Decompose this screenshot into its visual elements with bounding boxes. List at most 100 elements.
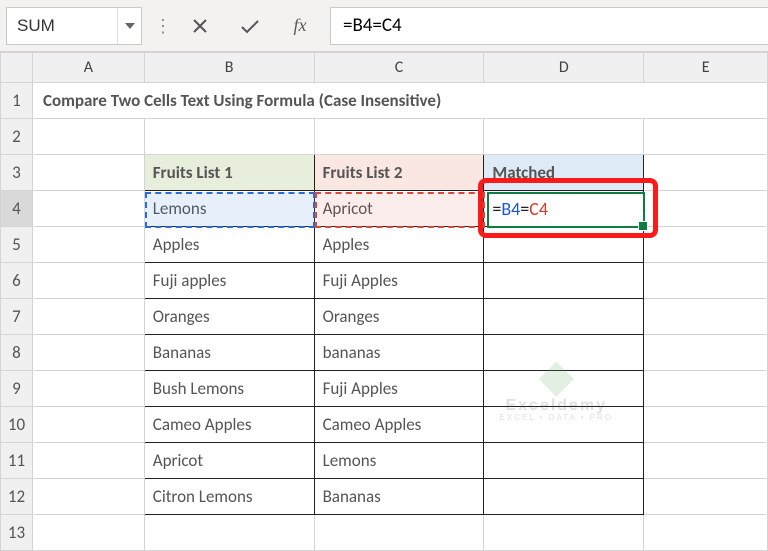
name-box-dropdown[interactable] — [117, 8, 141, 44]
col-header-D[interactable]: D — [484, 53, 644, 83]
cell-B12[interactable]: Citron Lemons — [144, 479, 314, 515]
cell-B7[interactable]: Oranges — [144, 299, 314, 335]
cell-E4[interactable] — [644, 191, 768, 227]
row-6: 6 Fuji apples Fuji Apples — [1, 263, 768, 299]
cell-E8[interactable] — [644, 335, 768, 371]
cell-C9[interactable]: Fuji Apples — [314, 371, 484, 407]
row-3: 3 Fruits List 1 Fruits List 2 Matched — [1, 155, 768, 191]
col-header-A[interactable]: A — [32, 53, 144, 83]
row-8: 8 Bananas bananas — [1, 335, 768, 371]
row-7: 7 Oranges Oranges — [1, 299, 768, 335]
row-header-13[interactable]: 13 — [1, 515, 33, 551]
cell-D9[interactable] — [484, 371, 644, 407]
row-header-12[interactable]: 12 — [1, 479, 33, 515]
cell-B8[interactable]: Bananas — [144, 335, 314, 371]
col-header-B[interactable]: B — [144, 53, 314, 83]
cell-B6[interactable]: Fuji apples — [144, 263, 314, 299]
cell-B9[interactable]: Bush Lemons — [144, 371, 314, 407]
cell-E10[interactable] — [644, 407, 768, 443]
cell-D5[interactable] — [484, 227, 644, 263]
row-header-1[interactable]: 1 — [1, 83, 33, 119]
grid: A B C D E 1 Compare Two Cells Text Using… — [0, 52, 768, 551]
row-4: 4 Lemons Apricot =B4=C4 — [1, 191, 768, 227]
cell-A7[interactable] — [32, 299, 144, 335]
cell-D2[interactable] — [484, 119, 644, 155]
cell-B4[interactable]: Lemons — [144, 191, 314, 227]
cell-C11[interactable]: Lemons — [314, 443, 484, 479]
cell-B10[interactable]: Cameo Apples — [144, 407, 314, 443]
cell-E13[interactable] — [644, 515, 768, 551]
header-fruits-list-2[interactable]: Fruits List 2 — [314, 155, 484, 191]
cell-B2[interactable] — [144, 119, 314, 155]
name-box[interactable] — [7, 16, 117, 36]
header-matched[interactable]: Matched — [484, 155, 644, 191]
cell-D11[interactable] — [484, 443, 644, 479]
col-header-C[interactable]: C — [314, 53, 484, 83]
row-10: 10 Cameo Apples Cameo Apples — [1, 407, 768, 443]
cell-B11[interactable]: Apricot — [144, 443, 314, 479]
page-title[interactable]: Compare Two Cells Text Using Formula (Ca… — [32, 83, 767, 119]
cell-C4[interactable]: Apricot — [314, 191, 484, 227]
cell-E3[interactable] — [644, 155, 768, 191]
cell-C12[interactable]: Bananas — [314, 479, 484, 515]
row-header-6[interactable]: 6 — [1, 263, 33, 299]
cell-D6[interactable] — [484, 263, 644, 299]
cell-A6[interactable] — [32, 263, 144, 299]
cell-D8[interactable] — [484, 335, 644, 371]
enter-icon[interactable] — [238, 14, 262, 38]
row-header-5[interactable]: 5 — [1, 227, 33, 263]
select-all-corner[interactable] — [1, 53, 33, 83]
row-5: 5 Apples Apples — [1, 227, 768, 263]
row-header-11[interactable]: 11 — [1, 443, 33, 479]
row-header-9[interactable]: 9 — [1, 371, 33, 407]
cell-A4[interactable] — [32, 191, 144, 227]
cell-C13[interactable] — [314, 515, 484, 551]
cell-A2[interactable] — [32, 119, 144, 155]
formula-ref-b4: B4 — [501, 198, 520, 220]
cell-C8[interactable]: bananas — [314, 335, 484, 371]
cell-C10[interactable]: Cameo Apples — [314, 407, 484, 443]
cell-A12[interactable] — [32, 479, 144, 515]
row-header-3[interactable]: 3 — [1, 155, 33, 191]
vertical-separator-icon: ⋮ — [152, 15, 174, 37]
cancel-icon[interactable] — [188, 14, 212, 38]
row-11: 11 Apricot Lemons — [1, 443, 768, 479]
cell-D7[interactable] — [484, 299, 644, 335]
cell-D4[interactable]: =B4=C4 — [484, 191, 644, 227]
cell-B13[interactable] — [144, 515, 314, 551]
cell-C7[interactable]: Oranges — [314, 299, 484, 335]
cell-A11[interactable] — [32, 443, 144, 479]
row-12: 12 Citron Lemons Bananas — [1, 479, 768, 515]
formula-input[interactable] — [330, 7, 768, 45]
cell-E5[interactable] — [644, 227, 768, 263]
row-header-4[interactable]: 4 — [1, 191, 33, 227]
row-header-7[interactable]: 7 — [1, 299, 33, 335]
cell-C2[interactable] — [314, 119, 484, 155]
cell-A3[interactable] — [32, 155, 144, 191]
cell-E7[interactable] — [644, 299, 768, 335]
cell-A8[interactable] — [32, 335, 144, 371]
cell-E2[interactable] — [644, 119, 768, 155]
worksheet[interactable]: A B C D E 1 Compare Two Cells Text Using… — [0, 52, 768, 551]
name-box-container — [6, 7, 142, 45]
header-fruits-list-1[interactable]: Fruits List 1 — [144, 155, 314, 191]
col-header-E[interactable]: E — [644, 53, 768, 83]
cell-E9[interactable] — [644, 371, 768, 407]
cell-E6[interactable] — [644, 263, 768, 299]
cell-A9[interactable] — [32, 371, 144, 407]
row-header-8[interactable]: 8 — [1, 335, 33, 371]
cell-D10[interactable] — [484, 407, 644, 443]
fx-icon[interactable]: fx — [288, 14, 312, 38]
cell-A5[interactable] — [32, 227, 144, 263]
cell-A13[interactable] — [32, 515, 144, 551]
row-header-10[interactable]: 10 — [1, 407, 33, 443]
cell-E11[interactable] — [644, 443, 768, 479]
cell-C6[interactable]: Fuji Apples — [314, 263, 484, 299]
cell-D13[interactable] — [484, 515, 644, 551]
row-header-2[interactable]: 2 — [1, 119, 33, 155]
cell-A10[interactable] — [32, 407, 144, 443]
cell-B5[interactable]: Apples — [144, 227, 314, 263]
cell-C5[interactable]: Apples — [314, 227, 484, 263]
cell-D12[interactable] — [484, 479, 644, 515]
cell-E12[interactable] — [644, 479, 768, 515]
